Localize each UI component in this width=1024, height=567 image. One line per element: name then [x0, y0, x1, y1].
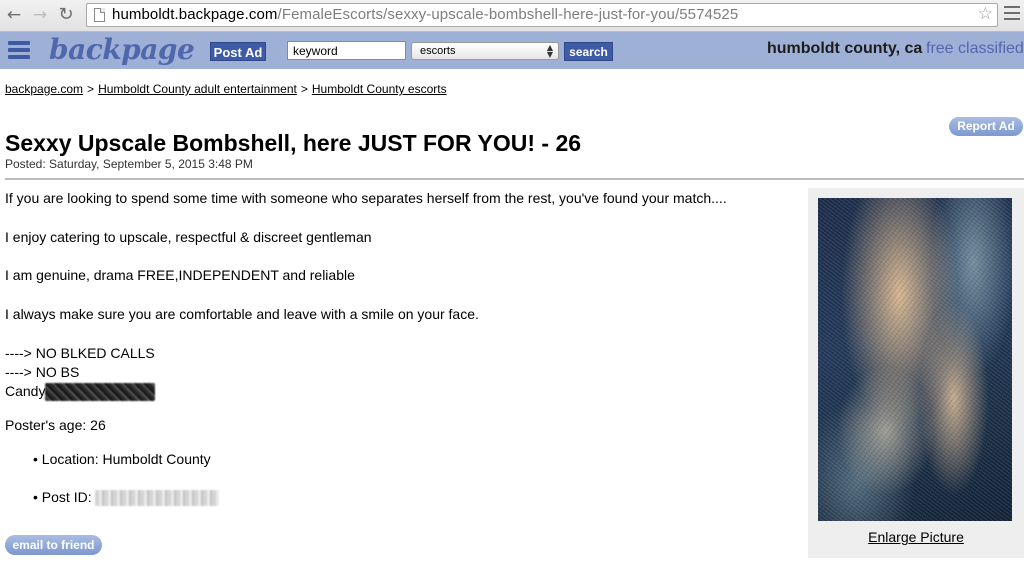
- breadcrumb: backpage.com > Humboldt County adult enter…: [5, 82, 447, 96]
- ad-body-line: I enjoy catering to upscale, respectful …: [5, 229, 372, 245]
- redacted-phone-number: [45, 383, 156, 402]
- report-ad-button[interactable]: Report Ad: [949, 117, 1023, 136]
- back-arrow-icon[interactable]: ←: [3, 4, 25, 26]
- ad-signature: Candy: [5, 383, 156, 402]
- ad-title: Sexxy Upscale Bombshell, here JUST FOR Y…: [5, 130, 582, 156]
- page-icon: [94, 8, 105, 22]
- breadcrumb-escorts-link[interactable]: Humboldt County escorts: [312, 82, 447, 96]
- title-divider: [5, 178, 1024, 180]
- posters-age: Poster's age: 26: [5, 417, 106, 433]
- ad-photo[interactable]: [818, 198, 1012, 521]
- current-location[interactable]: humboldt county, ca: [767, 40, 922, 58]
- breadcrumb-home-link[interactable]: backpage.com: [5, 82, 83, 96]
- ad-body-line: ----> NO BLKED CALLS: [5, 345, 155, 361]
- browser-toolbar: ← → ↻ humboldt.backpage.com/FemaleEscort…: [0, 0, 1024, 32]
- site-header: backpage Post Ad escorts ▲▼ search humbo…: [0, 32, 1024, 69]
- url-host: humboldt.backpage.com: [112, 6, 278, 23]
- breadcrumb-separator: >: [300, 82, 308, 96]
- breadcrumb-separator: >: [87, 82, 95, 96]
- keyword-search-input[interactable]: [287, 41, 406, 60]
- ad-body-line: If you are looking to spend some time wi…: [5, 190, 727, 206]
- enlarge-picture-link[interactable]: Enlarge Picture: [868, 529, 964, 545]
- post-id-label: • Post ID:: [33, 489, 92, 505]
- signature-name: Candy: [5, 383, 46, 399]
- category-select-value: escorts: [420, 45, 456, 57]
- url-path: /FemaleEscorts/sexxy-upscale-bombshell-h…: [277, 6, 739, 23]
- ad-body-line: ----> NO BS: [5, 364, 80, 380]
- star-icon[interactable]: ☆: [978, 4, 993, 24]
- category-select[interactable]: escorts ▲ ▼: [411, 42, 559, 60]
- free-classifieds-tagline: free classifieds: [926, 40, 1024, 57]
- address-bar[interactable]: humboldt.backpage.com/FemaleEscorts/sexx…: [86, 3, 998, 27]
- url-text[interactable]: humboldt.backpage.com/FemaleEscorts/sexx…: [112, 6, 738, 23]
- ad-body-line: I am genuine, drama FREE,INDEPENDENT and…: [5, 267, 355, 283]
- picture-panel: Enlarge Picture: [808, 188, 1024, 558]
- redacted-post-id: [95, 490, 220, 507]
- reload-icon[interactable]: ↻: [55, 4, 77, 26]
- posted-date: Posted: Saturday, September 5, 2015 3:48…: [5, 157, 253, 171]
- backpage-logo[interactable]: backpage: [49, 33, 195, 66]
- ad-body-line: I always make sure you are comfortable a…: [5, 306, 479, 322]
- search-button[interactable]: search: [564, 42, 613, 61]
- hamburger-menu-icon[interactable]: [8, 41, 30, 62]
- ad-location: • Location: Humboldt County: [33, 451, 211, 467]
- breadcrumb-adult-entertainment-link[interactable]: Humboldt County adult entertainment: [98, 82, 297, 96]
- post-ad-button[interactable]: Post Ad: [210, 42, 266, 61]
- browser-menu-icon[interactable]: [1004, 6, 1020, 24]
- select-arrows-icon: ▲ ▼: [546, 43, 553, 59]
- post-id-line: • Post ID:: [33, 489, 220, 507]
- forward-arrow-icon[interactable]: →: [29, 4, 51, 26]
- email-to-friend-button[interactable]: email to friend: [5, 535, 102, 555]
